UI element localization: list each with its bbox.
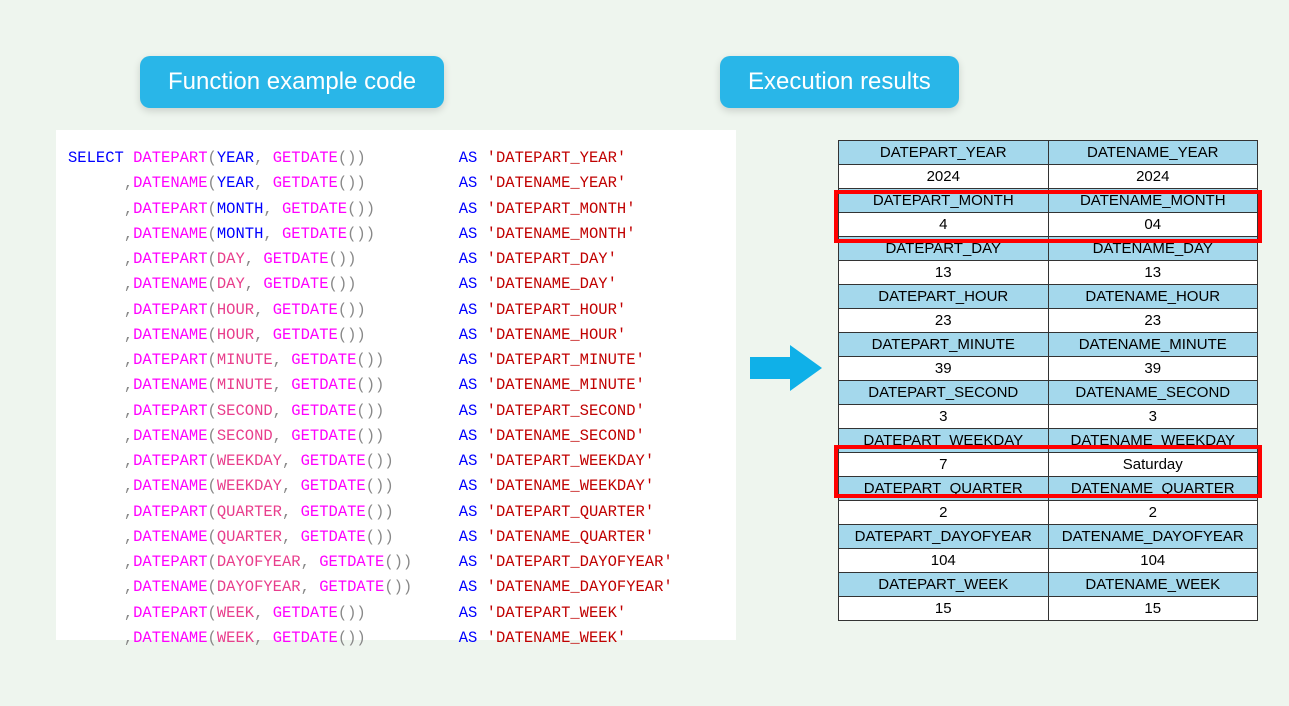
result-value: 104	[839, 549, 1049, 573]
result-value: Saturday	[1048, 453, 1258, 477]
result-header: DATEPART_DAYOFYEAR	[839, 525, 1049, 549]
result-value: 3	[839, 405, 1049, 429]
result-value: 23	[1048, 309, 1258, 333]
result-value: 15	[839, 597, 1049, 621]
result-header: DATENAME_YEAR	[1048, 141, 1258, 165]
result-header: DATEPART_MONTH	[839, 189, 1049, 213]
result-header: DATENAME_MINUTE	[1048, 333, 1258, 357]
result-value: 2	[839, 501, 1049, 525]
result-header: DATENAME_QUARTER	[1048, 477, 1258, 501]
result-header: DATENAME_HOUR	[1048, 285, 1258, 309]
badge-execution-results: Execution results	[720, 56, 959, 108]
result-header: DATENAME_MONTH	[1048, 189, 1258, 213]
result-value: 104	[1048, 549, 1258, 573]
result-value: 39	[839, 357, 1049, 381]
badge-example-code: Function example code	[140, 56, 444, 108]
result-value: 4	[839, 213, 1049, 237]
result-value: 7	[839, 453, 1049, 477]
results-table: DATEPART_YEARDATENAME_YEAR20242024DATEPA…	[838, 140, 1258, 621]
result-value: 13	[839, 261, 1049, 285]
result-header: DATEPART_HOUR	[839, 285, 1049, 309]
result-header: DATEPART_YEAR	[839, 141, 1049, 165]
result-header: DATENAME_DAYOFYEAR	[1048, 525, 1258, 549]
result-header: DATEPART_DAY	[839, 237, 1049, 261]
result-value: 15	[1048, 597, 1258, 621]
result-value: 04	[1048, 213, 1258, 237]
result-value: 2024	[1048, 165, 1258, 189]
result-header: DATEPART_WEEKDAY	[839, 429, 1049, 453]
result-value: 23	[839, 309, 1049, 333]
result-header: DATEPART_QUARTER	[839, 477, 1049, 501]
result-value: 3	[1048, 405, 1258, 429]
result-header: DATEPART_SECOND	[839, 381, 1049, 405]
result-value: 39	[1048, 357, 1258, 381]
code-panel: SELECT DATEPART(YEAR, GETDATE()) AS 'DAT…	[56, 130, 736, 640]
result-value: 13	[1048, 261, 1258, 285]
result-value: 2	[1048, 501, 1258, 525]
result-value: 2024	[839, 165, 1049, 189]
result-header: DATENAME_SECOND	[1048, 381, 1258, 405]
result-header: DATENAME_WEEKDAY	[1048, 429, 1258, 453]
result-header: DATENAME_WEEK	[1048, 573, 1258, 597]
result-header: DATENAME_DAY	[1048, 237, 1258, 261]
result-header: DATEPART_MINUTE	[839, 333, 1049, 357]
arrow-right-icon	[750, 345, 822, 391]
result-header: DATEPART_WEEK	[839, 573, 1049, 597]
